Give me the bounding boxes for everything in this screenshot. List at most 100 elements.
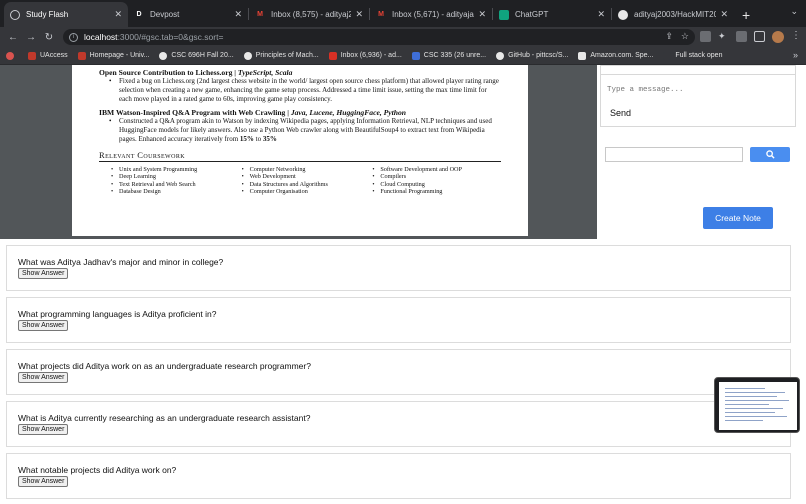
show-answer-button[interactable]: Show Answer xyxy=(18,476,69,487)
bookmark-amazon[interactable]: Amazon.com. Spe... xyxy=(578,51,653,60)
extension-icon[interactable] xyxy=(736,31,747,42)
course-item: Deep Learning xyxy=(109,173,240,181)
coursework-list: Unix and System Programming Deep Learnin… xyxy=(99,166,501,196)
url-path: :3000/#gsc.tab=0&gsc.sort= xyxy=(117,32,224,42)
tab-label: Inbox (8,575) - adityaj200 xyxy=(271,10,352,19)
github-icon xyxy=(618,9,628,20)
gmail-icon: M xyxy=(257,11,263,18)
page-content: Open Source Contribution to Lichess.org … xyxy=(0,65,806,504)
flashcard-question: What programming languages is Aditya pro… xyxy=(18,309,217,319)
show-answer-button[interactable]: Show Answer xyxy=(18,424,69,435)
course-item: Web Development xyxy=(240,173,371,181)
extensions-area: ✦ ⋮ xyxy=(700,31,801,43)
url-host: localhost xyxy=(84,32,118,42)
screenshot-thumbnail[interactable] xyxy=(714,377,800,433)
show-answer-button[interactable]: Show Answer xyxy=(18,372,69,383)
browser-toolbar: ← → ↻ i localhost:3000/#gsc.tab=0&gsc.so… xyxy=(0,27,806,47)
side-panel-icon[interactable] xyxy=(754,31,765,42)
close-icon[interactable]: ✕ xyxy=(597,9,605,20)
bookmark-apps[interactable] xyxy=(6,51,18,60)
address-bar[interactable]: i localhost:3000/#gsc.tab=0&gsc.sort= ⇪ … xyxy=(63,29,695,45)
back-icon[interactable]: ← xyxy=(4,32,22,43)
coursework-column: Computer Networking Web Development Data… xyxy=(240,166,371,196)
forward-icon[interactable]: → xyxy=(22,32,40,43)
flashcard-question: What is Aditya currently researching as … xyxy=(18,413,311,423)
course-item: Database Design xyxy=(109,188,240,196)
chatgpt-icon xyxy=(499,9,509,20)
close-icon[interactable]: ✕ xyxy=(114,9,122,20)
chat-message-input[interactable]: Type a message... xyxy=(607,86,684,94)
bookmark-homepage[interactable]: Homepage - Univ... xyxy=(77,51,149,60)
flashcard-question: What notable projects did Aditya work on… xyxy=(18,465,177,475)
tab-inbox-1[interactable]: M Inbox (8,575) - adityaj200 ✕ xyxy=(249,2,369,27)
course-item: Data Structures and Algorithms xyxy=(240,181,371,189)
course-item: Computer Networking xyxy=(240,166,371,174)
search-button[interactable] xyxy=(750,147,790,162)
tab-search-icon[interactable]: ⌄ xyxy=(790,6,798,17)
tab-label: Devpost xyxy=(150,10,180,19)
bookmark-csc335[interactable]: CSC 335 (26 unre... xyxy=(411,51,486,60)
flashcard-question: What was Aditya Jadhav's major and minor… xyxy=(18,257,224,267)
flashcard: What notable projects did Aditya work on… xyxy=(6,453,791,499)
close-icon[interactable]: ✕ xyxy=(355,9,363,20)
profile-avatar[interactable] xyxy=(772,31,784,43)
more-bookmarks-icon[interactable]: » xyxy=(793,50,798,60)
course-item: Compilers xyxy=(370,173,501,181)
flashcard: What programming languages is Aditya pro… xyxy=(6,297,791,343)
coursework-column: Software Development and OOP Compilers C… xyxy=(370,166,501,196)
course-item: Software Development and OOP xyxy=(370,166,501,174)
bookmark-fullstack[interactable]: Full stack open xyxy=(663,51,722,60)
flashcard: What is Aditya currently researching as … xyxy=(6,401,791,447)
url-text: localhost:3000/#gsc.tab=0&gsc.sort= xyxy=(84,32,223,42)
share-icon[interactable]: ⇪ xyxy=(665,31,673,42)
thumbnail-preview xyxy=(719,382,797,430)
bookmarks-bar: UAccess Homepage - Univ... CSC 696H Fall… xyxy=(0,47,806,65)
project-title: IBM Watson-Inspired Q&A Program with Web… xyxy=(99,108,406,118)
close-icon[interactable]: ✕ xyxy=(234,9,242,20)
close-icon[interactable]: ✕ xyxy=(478,9,486,20)
chat-history xyxy=(601,66,795,75)
new-tab-button[interactable]: + xyxy=(734,7,758,27)
send-button[interactable]: Send xyxy=(610,108,631,118)
search-icon xyxy=(765,150,775,159)
show-answer-button[interactable]: Show Answer xyxy=(18,268,69,279)
coursework-column: Unix and System Programming Deep Learnin… xyxy=(109,166,240,196)
course-item: Unix and System Programming xyxy=(109,166,240,174)
project-bullet: Fixed a bug on Lichess.org (2nd largest … xyxy=(99,77,501,103)
tab-chatgpt[interactable]: ChatGPT ✕ xyxy=(493,2,611,27)
browser-tab-strip: Study Flash ✕ D Devpost ✕ M Inbox (8,575… xyxy=(0,0,806,27)
tab-devpost[interactable]: D Devpost ✕ xyxy=(128,2,248,27)
flashcard-question: What projects did Aditya work on as an u… xyxy=(18,361,311,371)
close-icon[interactable]: ✕ xyxy=(720,9,728,20)
bookmark-principles[interactable]: Principles of Mach... xyxy=(243,51,319,60)
bookmark-github[interactable]: GitHub - pittcsc/S... xyxy=(496,51,568,60)
tab-study-flash[interactable]: Study Flash ✕ xyxy=(4,2,128,27)
bookmark-uaccess[interactable]: UAccess xyxy=(28,51,68,60)
coursework-heading: Relevant Coursework xyxy=(99,150,501,162)
chat-panel: Type a message... Send xyxy=(600,65,796,127)
resume-pdf-viewer[interactable]: Open Source Contribution to Lichess.org … xyxy=(0,65,597,239)
tab-label: Inbox (5,671) - adityajadh xyxy=(392,10,475,19)
tab-github[interactable]: adityaj2003/HackMIT2023 ✕ xyxy=(612,2,734,27)
bookmark-inbox[interactable]: Inbox (6,936) - ad... xyxy=(328,51,402,60)
bookmark-csc696h[interactable]: CSC 696H Fall 20... xyxy=(159,51,234,60)
extension-icon[interactable] xyxy=(700,31,711,42)
course-item: Cloud Computing xyxy=(370,181,501,189)
flashcard: What projects did Aditya work on as an u… xyxy=(6,349,791,395)
search-input[interactable] xyxy=(605,147,743,162)
create-note-button[interactable]: Create Note xyxy=(703,207,773,229)
show-answer-button[interactable]: Show Answer xyxy=(18,320,69,331)
reload-icon[interactable]: ↻ xyxy=(40,32,58,43)
course-item: Computer Organisation xyxy=(240,188,371,196)
menu-kebab-icon[interactable]: ⋮ xyxy=(791,31,801,43)
globe-icon xyxy=(10,9,20,20)
course-item: Text Retrieval and Web Search xyxy=(109,181,240,189)
project-title: Open Source Contribution to Lichess.org … xyxy=(99,68,293,77)
tab-label: Study Flash xyxy=(26,10,69,19)
bookmark-star-icon[interactable]: ☆ xyxy=(681,31,689,42)
tab-inbox-2[interactable]: M Inbox (5,671) - adityajadh ✕ xyxy=(370,2,492,27)
puzzle-icon[interactable]: ✦ xyxy=(718,31,729,42)
tab-label: adityaj2003/HackMIT2023 xyxy=(634,10,717,19)
site-info-icon[interactable]: i xyxy=(69,32,78,42)
flashcard: What was Aditya Jadhav's major and minor… xyxy=(6,245,791,291)
